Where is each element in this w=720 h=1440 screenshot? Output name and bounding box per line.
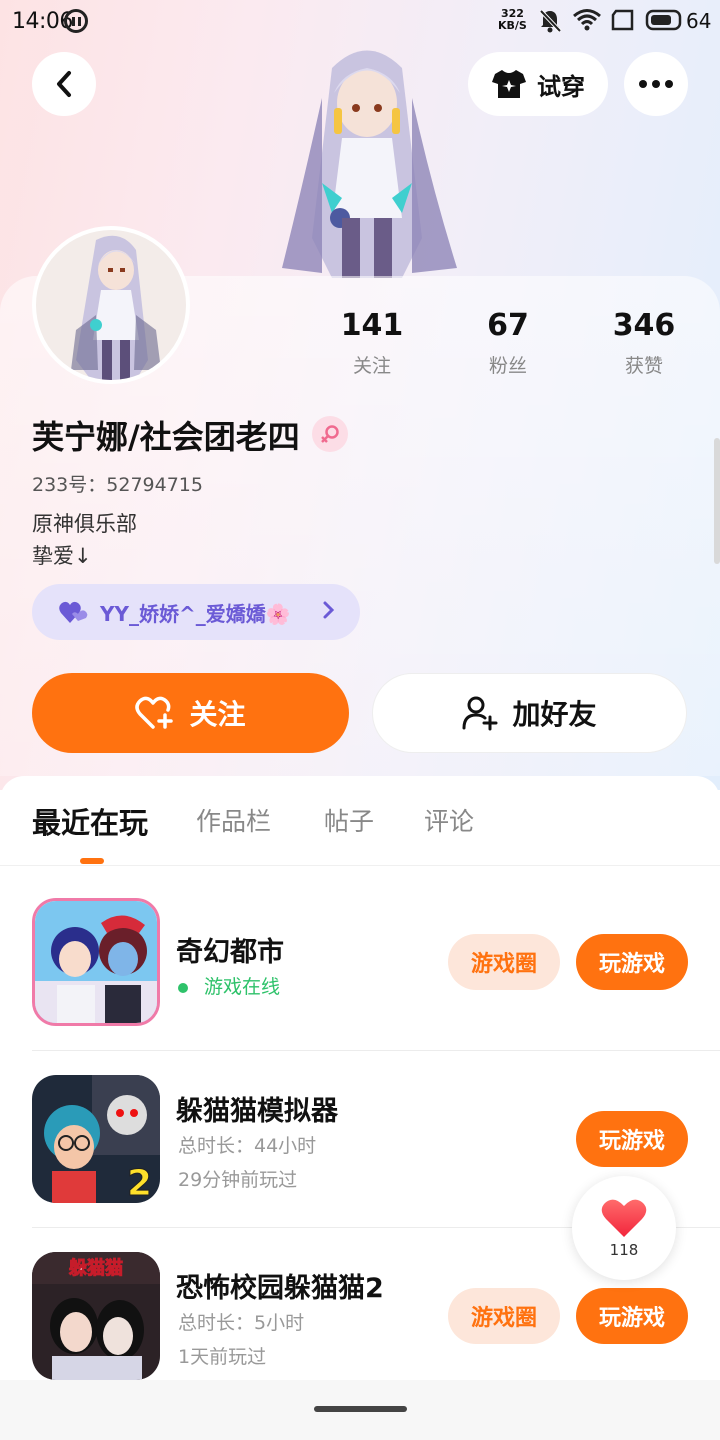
avatar[interactable]	[32, 226, 190, 384]
game-icon: 2	[32, 1075, 160, 1203]
like-button[interactable]: 118	[572, 1176, 676, 1280]
play-game-button[interactable]: 玩游戏	[576, 1111, 688, 1167]
play-game-button[interactable]: 玩游戏	[576, 934, 688, 990]
game-icon-number: 2	[127, 1163, 152, 1203]
sim-card-icon	[611, 9, 634, 31]
game-last-played: 1天前玩过	[178, 1346, 267, 1368]
back-button[interactable]	[32, 52, 96, 116]
best-friend-name: YY_娇娇^_爱嬌嬌🌸	[100, 601, 291, 626]
more-options-button[interactable]	[624, 52, 688, 116]
game-icon-title: 躲猫猫	[69, 1257, 123, 1279]
game-icon: 躲猫猫	[32, 1252, 160, 1380]
game-icon	[32, 898, 160, 1026]
game-title: 恐怖校园躲猫猫2	[176, 1273, 384, 1304]
battery-level: 64	[686, 9, 712, 33]
double-heart-icon	[59, 601, 88, 623]
game-circle-button[interactable]: 游戏圈	[448, 934, 560, 990]
avatar-image	[71, 235, 161, 380]
game-total-time: 总时长：44小时	[178, 1135, 317, 1157]
network-speed: 322 KB/S	[498, 7, 527, 32]
best-friend-pill[interactable]: YY_娇娇^_爱嬌嬌🌸	[32, 584, 360, 640]
game-title: 奇幻都市	[176, 937, 284, 968]
wifi-icon	[573, 9, 601, 31]
tab-posts[interactable]: 帖子	[324, 802, 374, 838]
try-on-label: 试穿	[537, 72, 585, 101]
tab-indicator	[80, 858, 104, 864]
online-status: 游戏在线	[178, 972, 280, 999]
more-dots-icon	[639, 80, 673, 88]
online-dot-icon	[178, 982, 188, 993]
like-count: 118	[609, 1241, 639, 1259]
nickname: 芙宁娜/社会团老四	[32, 418, 300, 456]
tshirt-icon	[492, 70, 526, 98]
stat-likes[interactable]: 346 获赞	[584, 308, 704, 378]
add-friend-button[interactable]: 加好友	[372, 673, 687, 753]
battery-icon	[645, 9, 682, 31]
mute-bell-icon	[539, 9, 562, 33]
heart-icon	[601, 1199, 647, 1237]
chevron-right-icon	[323, 601, 335, 619]
game-last-played: 29分钟前玩过	[178, 1169, 298, 1191]
play-game-button[interactable]: 玩游戏	[576, 1288, 688, 1344]
tab-recently-played[interactable]: 最近在玩	[32, 800, 148, 842]
female-gender-icon	[312, 416, 348, 452]
game-row[interactable]: 奇幻都市 游戏在线 游戏圈 玩游戏	[32, 866, 720, 1042]
stat-following[interactable]: 141 关注	[312, 308, 432, 378]
chevron-left-icon	[57, 71, 71, 97]
character-model-image	[282, 50, 457, 278]
game-circle-button[interactable]: 游戏圈	[448, 1288, 560, 1344]
home-gesture-handle[interactable]	[314, 1406, 407, 1412]
tab-comments[interactable]: 评论	[424, 802, 474, 838]
tab-works[interactable]: 作品栏	[196, 802, 271, 838]
user-id[interactable]: 233号：52794715	[32, 470, 203, 497]
pause-icon	[64, 9, 88, 33]
scrollbar[interactable]	[714, 438, 720, 564]
heart-plus-icon	[135, 696, 174, 729]
follow-button[interactable]: 关注	[32, 673, 349, 753]
stat-followers[interactable]: 67 粉丝	[448, 308, 568, 378]
try-on-button[interactable]: 试穿	[468, 52, 608, 116]
bio: 原神俱乐部 挚爱↓	[32, 512, 137, 568]
add-user-icon	[462, 696, 498, 731]
game-title: 躲猫猫模拟器	[176, 1096, 338, 1127]
game-total-time: 总时长：5小时	[178, 1312, 305, 1334]
